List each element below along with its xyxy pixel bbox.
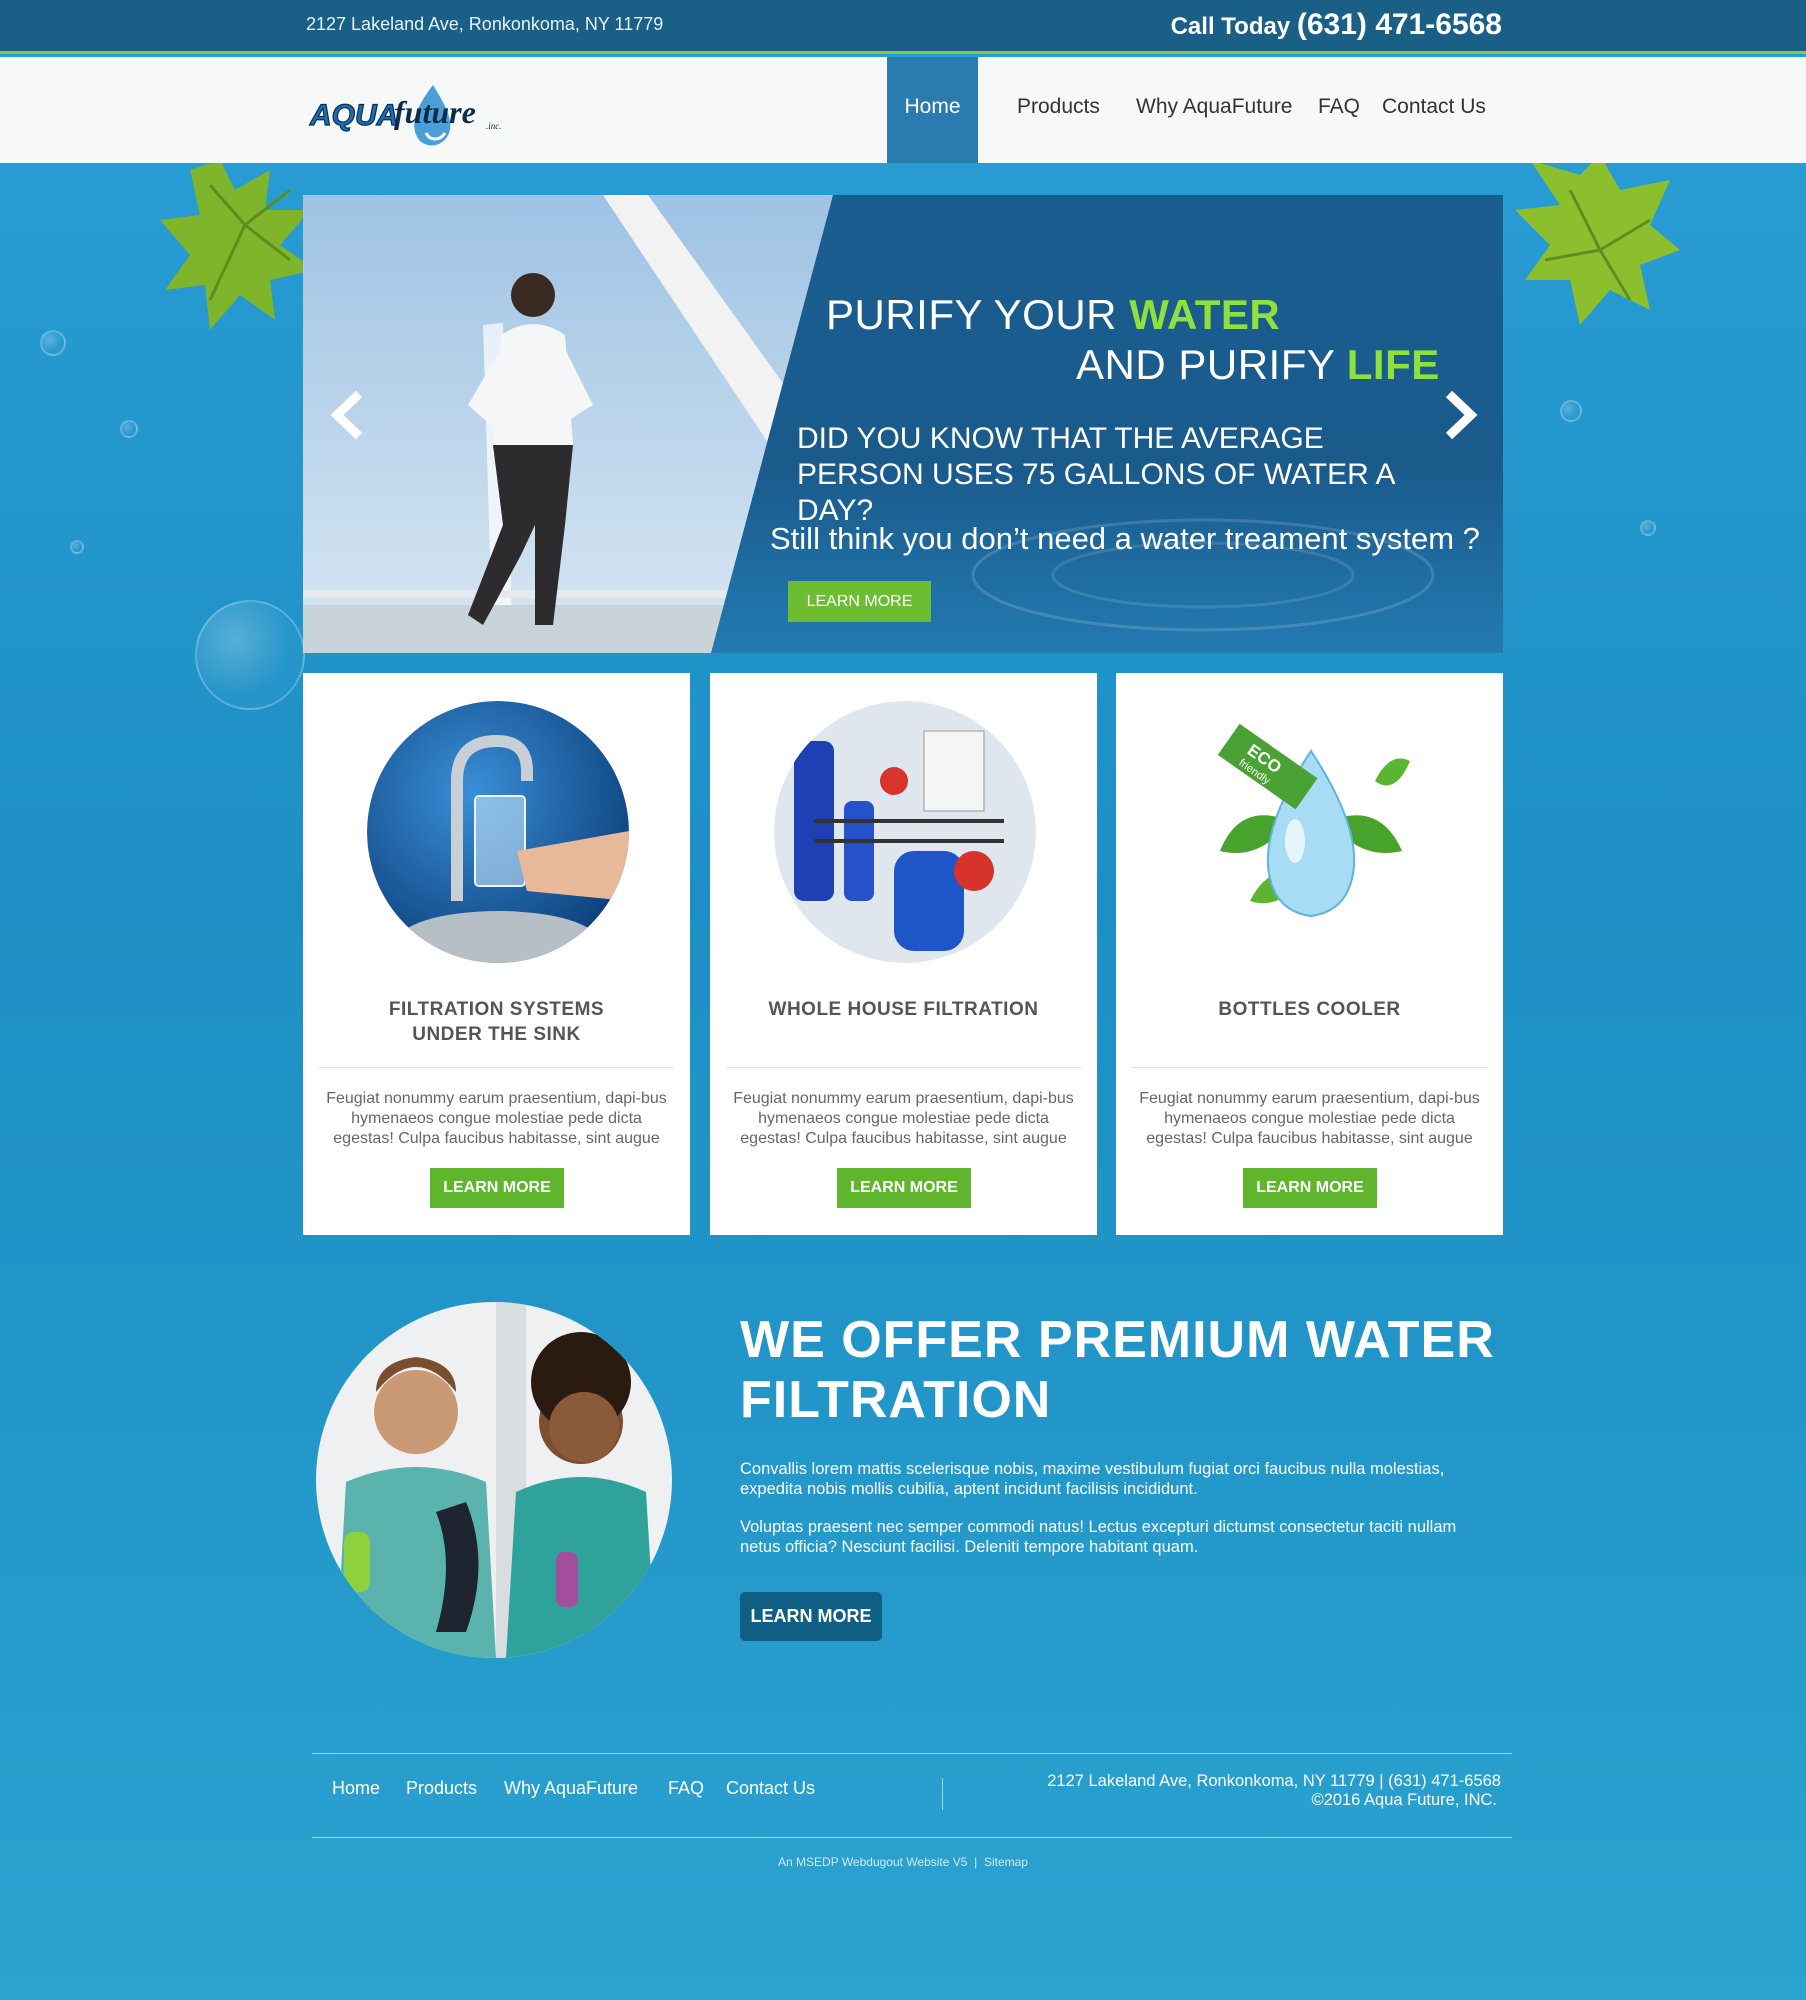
offer-paragraph-1: Convallis lorem mattis scelerisque nobis… [740,1460,1445,1498]
women-with-bottles-photo [316,1302,672,1658]
hero-still-text: Still think you don’t need a water tream… [770,521,1480,556]
hero-line1-a: PURIFY YOUR [826,291,1130,338]
faucet-glass-image [367,701,629,963]
aquafuture-logo[interactable]: AQUA future .inc. [308,77,518,151]
maple-leaf-right-decoration [1515,155,1680,325]
credit-separator: | [974,1855,978,1869]
nav-home[interactable]: Home [887,57,978,163]
bubble-decoration [1560,400,1582,422]
hero-learn-more-button[interactable]: LEARN MORE [788,581,931,622]
footer-nav-why-aquafuture[interactable]: Why AquaFuture [504,1778,638,1799]
card-title-line2: UNDER THE SINK [412,1024,581,1045]
logo-aqua-text: AQUA [309,99,398,132]
card-divider [1132,1067,1487,1068]
nav-why-aquafuture[interactable]: Why AquaFuture [1136,57,1292,163]
card-divider [726,1067,1081,1068]
card-description: Feugiat nonummy earum praesentium, dapi-… [1139,1090,1480,1147]
nav-faq[interactable]: FAQ [1318,57,1360,163]
hero-headline-line2: AND PURIFY LIFE [1076,341,1440,389]
logo-future-text: future [394,94,476,130]
sitemap-link[interactable]: Sitemap [984,1855,1028,1869]
card-learn-more-button[interactable]: LEARN MORE [1243,1168,1377,1208]
footer-copyright: ©2016 Aqua Future, INC. [1311,1791,1497,1809]
hero-question: DID YOU KNOW THAT THE AVERAGE PERSON USE… [797,422,1394,527]
call-label: Call Today [1170,13,1291,40]
card-title-line1: FILTRATION SYSTEMS [388,999,605,1020]
offer-learn-more-button[interactable]: LEARN MORE [740,1592,882,1641]
footer-vertical-divider [942,1778,943,1810]
footer-top-divider [312,1753,1512,1754]
hero-line2-a: AND PURIFY [1076,341,1347,388]
hero-slider: PURIFY YOUR WATER AND PURIFY LIFE DID YO… [303,195,1503,653]
bubble-decoration [1640,520,1656,536]
credit-link[interactable]: An MSEDP Webdugout Website V5 [778,1855,967,1869]
card-title: WHOLE HOUSE FILTRATION [710,997,1097,1022]
card-bottles-cooler: ECO friendly BOTTLES COOLER Feugiat nonu… [1116,673,1503,1235]
bubble-decoration [195,600,305,710]
footer-nav-faq[interactable]: FAQ [668,1778,704,1799]
footer-info: 2127 Lakeland Ave, Ronkonkoma, NY 11779 … [1047,1772,1501,1810]
footer-nav-contact-us[interactable]: Contact Us [726,1778,815,1799]
chevron-left-icon[interactable] [327,390,373,440]
bubble-decoration [120,420,138,438]
hero-headline-line1: PURIFY YOUR WATER [826,291,1280,339]
footer-nav-home[interactable]: Home [332,1778,380,1799]
card-whole-house: WHOLE HOUSE FILTRATION Feugiat nonummy e… [710,673,1097,1235]
card-title: FILTRATION SYSTEMS UNDER THE SINK [303,997,690,1047]
card-description: Feugiat nonummy earum praesentium, dapi-… [733,1090,1074,1147]
top-address: 2127 Lakeland Ave, Ronkonkoma, NY 11779 [306,14,664,34]
hero-line1-b: WATER [1129,291,1281,338]
nav-contact-us[interactable]: Contact Us [1382,57,1486,163]
hero-line2-b: LIFE [1346,341,1440,388]
footer-nav-products[interactable]: Products [406,1778,477,1799]
eco-water-drop-image: ECO friendly [1217,723,1410,918]
card-under-sink: FILTRATION SYSTEMS UNDER THE SINK Feugia… [303,673,690,1235]
top-info-bar: 2127 Lakeland Ave, Ronkonkoma, NY 11779 … [0,0,1806,54]
main-navbar: AQUA future .inc. Home Products Why Aqua… [0,57,1806,163]
card-divider [319,1067,674,1068]
whole-house-system-image [774,701,1036,963]
offer-title: WE OFFER PREMIUM WATER FILTRATION [740,1311,1495,1429]
card-description: Feugiat nonummy earum praesentium, dapi-… [326,1090,667,1147]
chevron-right-icon[interactable] [1435,390,1481,440]
card-learn-more-button[interactable]: LEARN MORE [430,1168,564,1208]
nav-products[interactable]: Products [1017,57,1100,163]
bubble-decoration [70,540,84,554]
offer-paragraph-2: Voluptas praesent nec semper commodi nat… [740,1518,1457,1556]
footer-bottom-divider [312,1837,1512,1838]
call-today[interactable]: Call Today (631) 471-6568 [1171,8,1502,42]
card-title-line1: WHOLE HOUSE FILTRATION [768,999,1039,1020]
footer-credit: An MSEDP Webdugout Website V5 | Sitemap [0,1855,1806,1869]
logo-inc-text: .inc. [486,121,502,131]
phone-number[interactable]: (631) 471-6568 [1297,8,1502,41]
card-title: BOTTLES COOLER [1116,997,1503,1022]
footer-address-phone: 2127 Lakeland Ave, Ronkonkoma, NY 11779 … [1047,1772,1501,1790]
card-learn-more-button[interactable]: LEARN MORE [837,1168,971,1208]
card-title-line1: BOTTLES COOLER [1218,999,1401,1020]
bubble-decoration [40,330,66,356]
